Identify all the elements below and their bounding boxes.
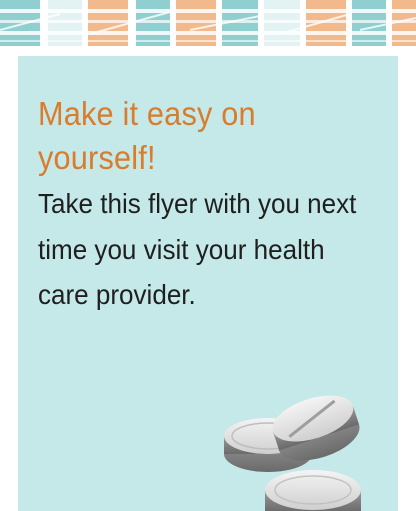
flyer-panel: Make it easy on yourself! Take this flye… <box>18 56 398 511</box>
decorative-pattern-band <box>0 0 416 46</box>
stripe-pattern <box>0 0 416 46</box>
flyer-heading: Make it easy on yourself! <box>38 95 256 176</box>
pill-icon <box>224 418 312 472</box>
flyer-body-text: Take this flyer with you next time you v… <box>38 188 357 310</box>
pill-icon <box>272 395 360 461</box>
pill-icon <box>265 470 361 511</box>
